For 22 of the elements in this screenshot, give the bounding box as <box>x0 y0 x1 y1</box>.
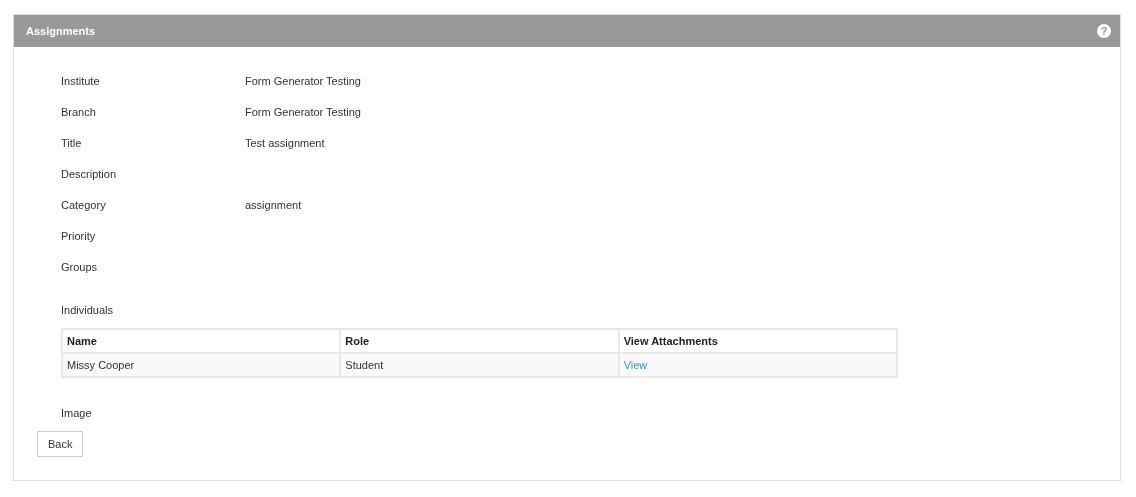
column-header: Role <box>340 329 619 353</box>
field-value: assignment <box>245 198 302 214</box>
help-icon[interactable]: ? <box>1097 24 1111 38</box>
table-cell: Student <box>340 353 619 377</box>
panel-title: Assignments <box>26 23 96 39</box>
field-label: Branch <box>61 105 97 121</box>
section-label: Image <box>61 406 92 422</box>
section-label: Individuals <box>61 303 113 319</box>
table-cell: Missy Cooper <box>62 353 341 377</box>
back-button[interactable]: Back <box>37 431 84 457</box>
field-value: Form Generator Testing <box>245 74 361 90</box>
field-value: Form Generator Testing <box>245 105 361 121</box>
column-header: Name <box>62 329 341 353</box>
column-header: View Attachments <box>618 329 897 353</box>
field-label: Category <box>61 198 107 214</box>
field-label: Title <box>61 136 83 152</box>
view-link[interactable]: View <box>623 358 648 371</box>
field-label: Description <box>61 167 118 183</box>
field-value: Test assignment <box>245 136 325 152</box>
field-label: Priority <box>61 229 97 245</box>
field-label: Institute <box>61 74 101 90</box>
field-label: Groups <box>61 260 99 276</box>
